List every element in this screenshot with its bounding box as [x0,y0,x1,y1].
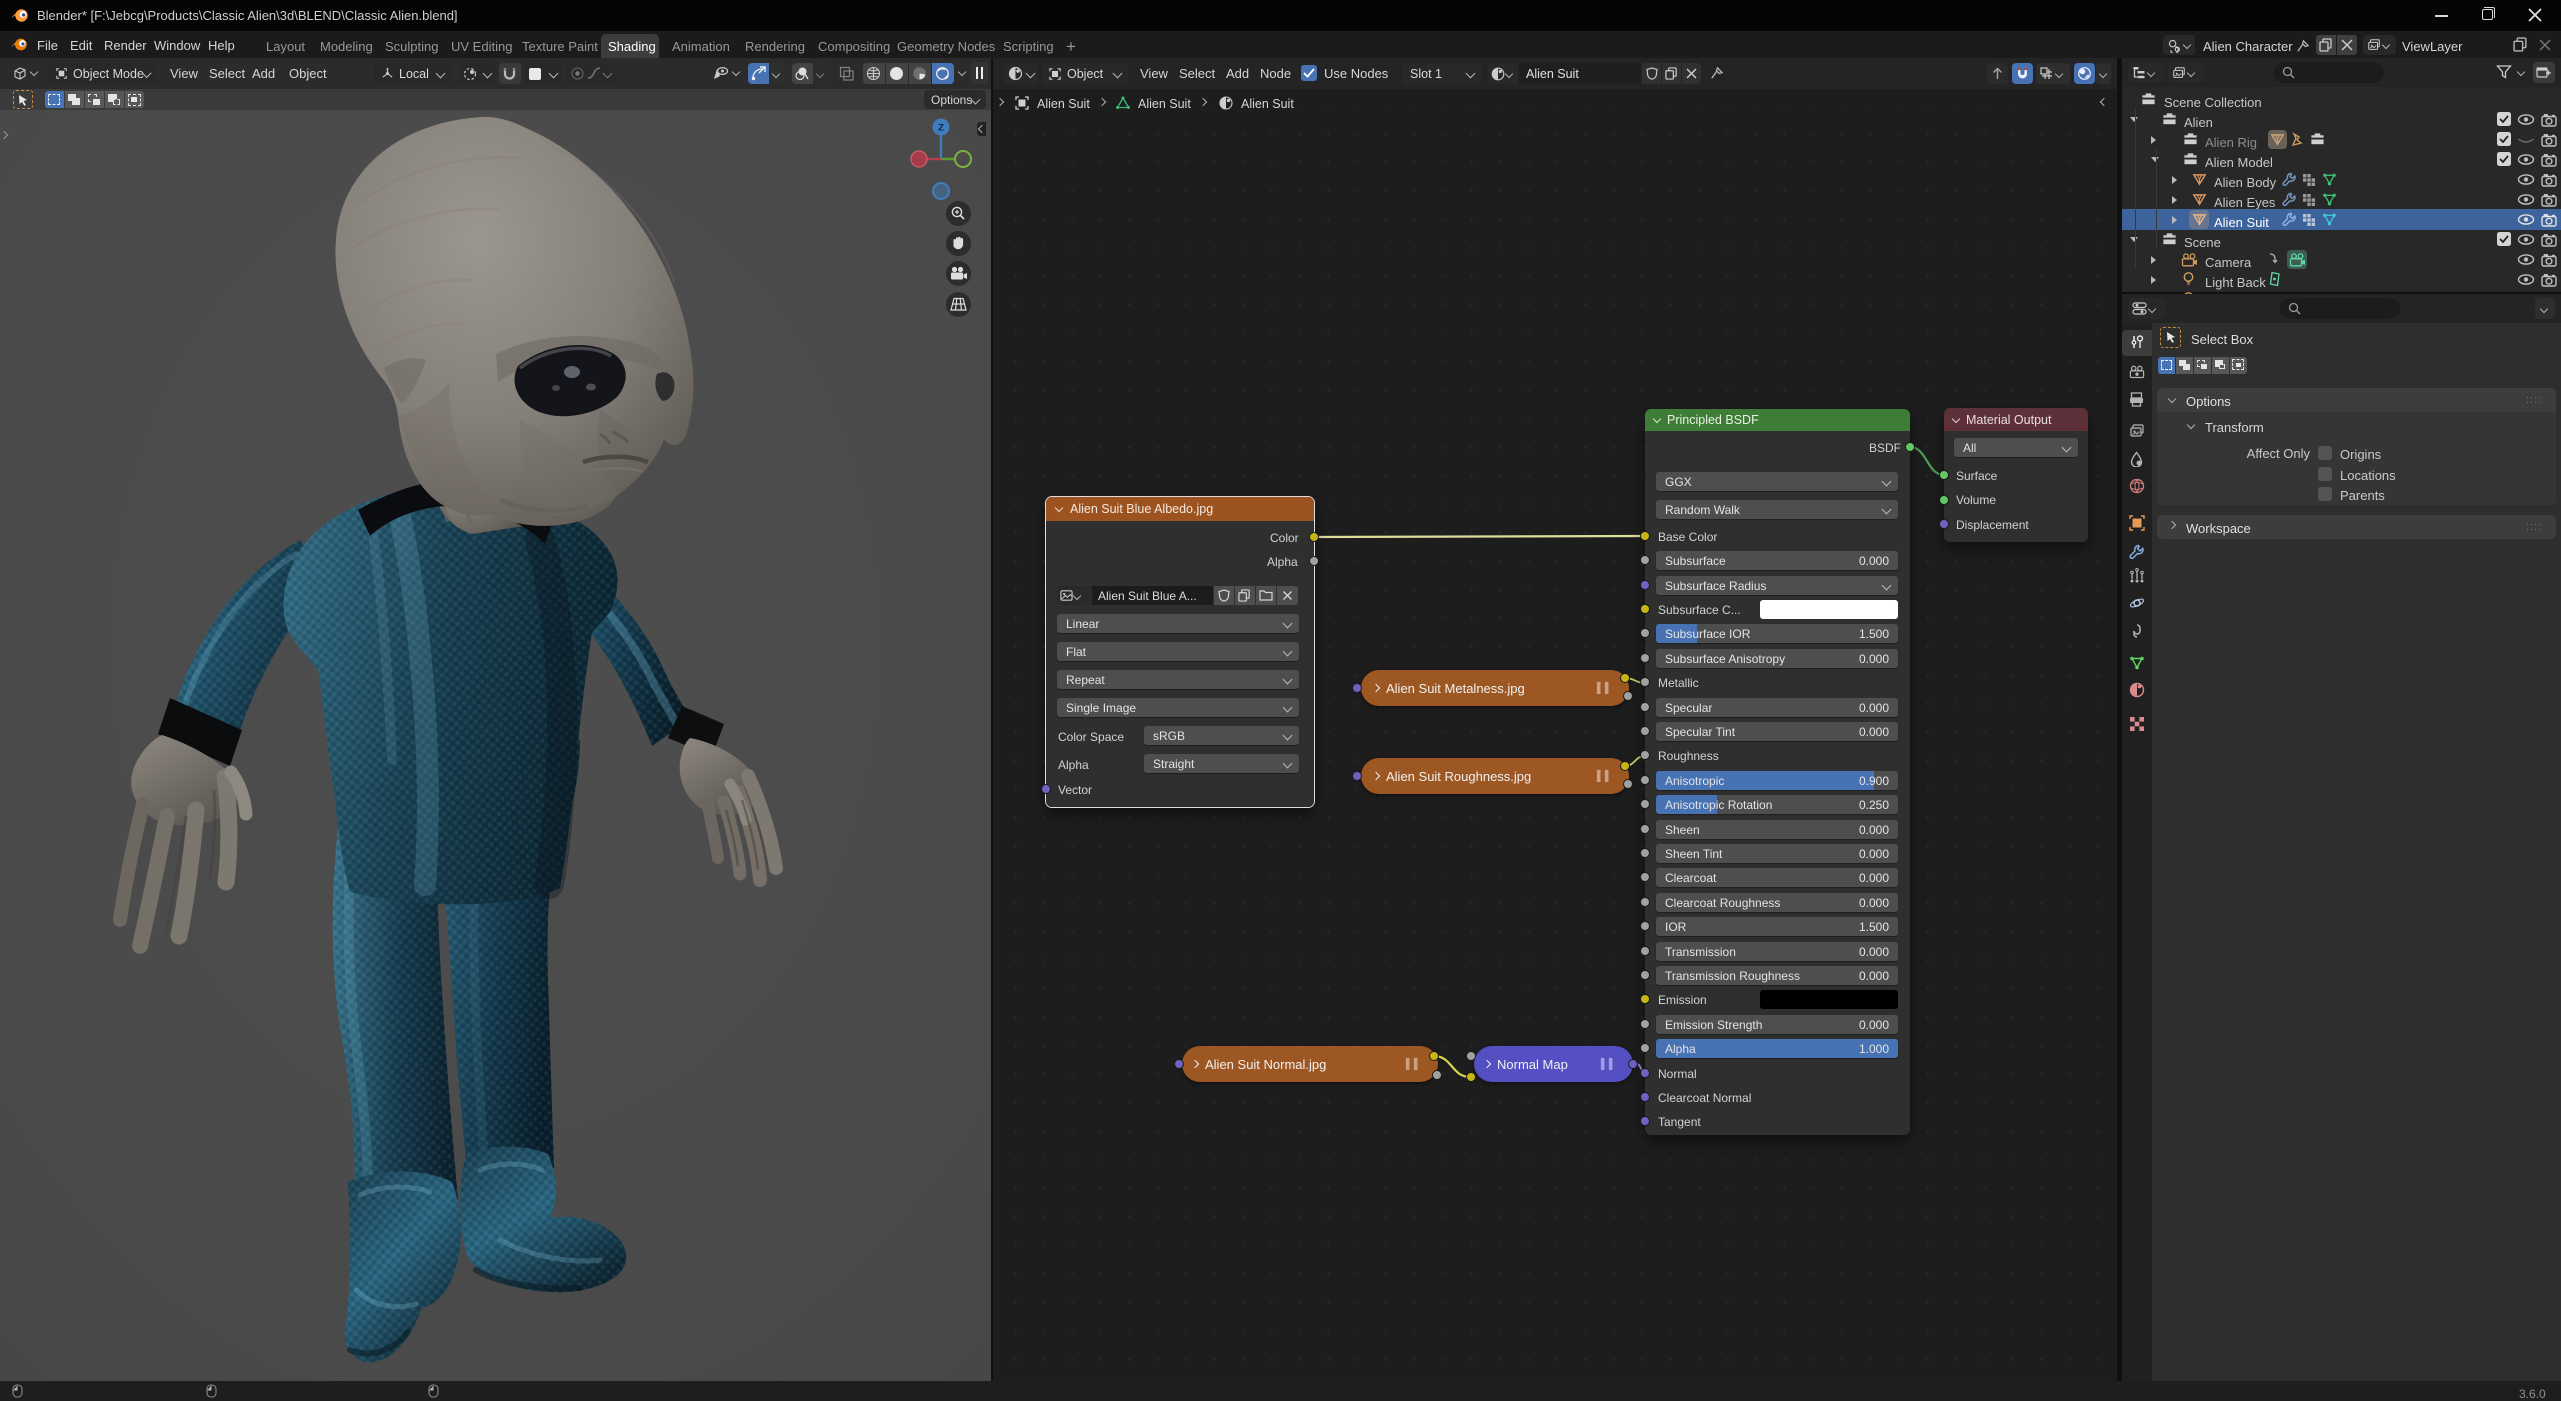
svg-text:Z: Z [938,123,944,134]
